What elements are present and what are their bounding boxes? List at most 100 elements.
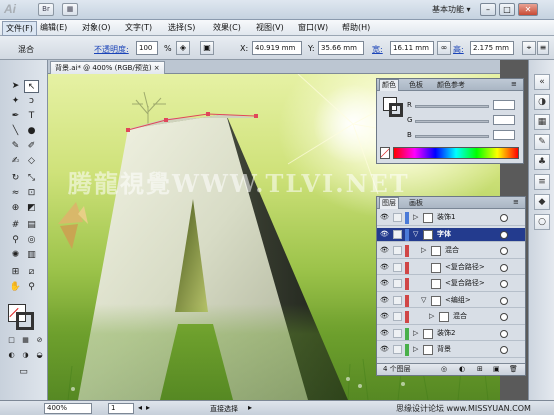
- layer-row[interactable]: 👁 ▷ 装饰2: [377, 327, 525, 341]
- draw-inside-icon[interactable]: ◒: [32, 349, 47, 362]
- hand-tool-icon[interactable]: ✋: [8, 281, 23, 294]
- blend-tool-icon[interactable]: ◎: [24, 234, 39, 247]
- slider-b-value[interactable]: [493, 130, 515, 140]
- slider-g-value[interactable]: [493, 115, 515, 125]
- tab-color-guide[interactable]: 颜色参考: [435, 80, 467, 90]
- target-circle-icon[interactable]: [500, 329, 508, 338]
- layer-name[interactable]: 装饰1: [437, 211, 455, 224]
- menu-select[interactable]: 选择(S): [168, 22, 195, 33]
- type-tool-icon[interactable]: T: [24, 110, 39, 123]
- target-circle-icon[interactable]: [500, 313, 508, 321]
- direct-selection-tool-icon[interactable]: ↖: [24, 80, 39, 93]
- opacity-link[interactable]: 不透明度:: [94, 44, 129, 55]
- menu-object[interactable]: 对象(O): [82, 22, 111, 33]
- target-circle-icon[interactable]: [500, 296, 508, 305]
- draw-behind-icon[interactable]: ◑: [18, 349, 33, 362]
- paintbrush-icon[interactable]: ✎: [8, 140, 23, 153]
- close-button[interactable]: ✕: [518, 3, 538, 16]
- delete-layer-icon[interactable]: 🗑: [509, 364, 518, 375]
- visibility-eye-icon[interactable]: 👁: [380, 279, 389, 288]
- free-transform-icon[interactable]: ⊡: [24, 187, 39, 200]
- workspace-switcher[interactable]: 基本功能 ▾: [432, 4, 471, 15]
- new-sublayer-icon[interactable]: ⊞: [477, 364, 483, 375]
- visibility-eye-icon[interactable]: 👁: [380, 213, 389, 222]
- menu-effect[interactable]: 效果(C): [213, 22, 241, 33]
- y-field[interactable]: 35.66 mm: [318, 41, 364, 55]
- visibility-eye-icon[interactable]: 👁: [380, 246, 389, 255]
- target-circle-icon[interactable]: [500, 214, 508, 222]
- slider-r[interactable]: [415, 105, 489, 108]
- lock-toggle[interactable]: [393, 279, 402, 288]
- layer-row[interactable]: 👁 <复合路径>: [377, 277, 525, 292]
- lock-toggle[interactable]: [393, 328, 402, 338]
- rotate-tool-icon[interactable]: ↻: [8, 172, 23, 185]
- visibility-eye-icon[interactable]: 👁: [380, 296, 389, 305]
- layer-name[interactable]: <复合路径>: [445, 277, 485, 290]
- none-mode-icon[interactable]: ⊘: [32, 334, 47, 347]
- make-clipping-mask-icon[interactable]: ◐: [459, 364, 465, 375]
- target-circle-icon[interactable]: [500, 263, 508, 272]
- layer-name[interactable]: <编组>: [445, 294, 471, 307]
- expand-toggle-icon[interactable]: ▽: [421, 294, 426, 307]
- prev-page-icon[interactable]: ◂: [138, 403, 142, 412]
- collapse-panels-icon[interactable]: «: [534, 74, 550, 90]
- line-tool-icon[interactable]: ╲: [8, 125, 23, 138]
- pen-tool-icon[interactable]: ✒: [8, 110, 23, 123]
- stroke-panel-icon[interactable]: ≡: [534, 174, 550, 190]
- link-proportions-icon[interactable]: ∞: [437, 41, 451, 55]
- minimize-button[interactable]: –: [480, 3, 496, 16]
- lock-toggle[interactable]: [393, 213, 402, 222]
- tab-artboards[interactable]: 画板: [407, 198, 425, 208]
- expand-toggle-icon[interactable]: ▷: [413, 343, 418, 356]
- screen-mode-icon[interactable]: ▭: [16, 366, 31, 379]
- new-layer-icon[interactable]: ▣: [493, 364, 500, 375]
- layer-name[interactable]: <复合路径>: [445, 261, 485, 274]
- visibility-eye-icon[interactable]: 👁: [380, 345, 389, 354]
- document-tab-close-icon[interactable]: ×: [154, 64, 160, 72]
- swatches-panel-icon[interactable]: ▦: [534, 114, 550, 130]
- lock-toggle[interactable]: [393, 295, 402, 305]
- slider-r-value[interactable]: [493, 100, 515, 110]
- visibility-eye-icon[interactable]: 👁: [380, 312, 389, 321]
- layer-name[interactable]: 字体: [437, 228, 451, 241]
- arrange-documents-icon[interactable]: ▦: [62, 3, 78, 16]
- color-panel-menu-icon[interactable]: ≡: [511, 80, 517, 88]
- tab-layers[interactable]: 图层: [379, 197, 399, 209]
- menu-edit[interactable]: 编辑(E): [40, 22, 67, 33]
- visibility-eye-icon[interactable]: 👁: [380, 329, 389, 338]
- visibility-eye-icon[interactable]: 👁: [380, 263, 389, 272]
- warp-tool-icon[interactable]: ≈: [8, 187, 23, 200]
- target-circle-icon[interactable]: [500, 280, 508, 288]
- tab-color[interactable]: 颜色: [379, 79, 399, 91]
- lock-toggle[interactable]: [393, 246, 402, 255]
- layer-row[interactable]: 👁 <复合路径>: [377, 261, 525, 275]
- graph-tool-icon[interactable]: ▥: [24, 249, 39, 262]
- recolor-icon[interactable]: ◈: [176, 41, 190, 55]
- layers-panel-icon[interactable]: ◆: [534, 194, 550, 210]
- status-menu-icon[interactable]: ▸: [248, 403, 252, 412]
- panel-menu-icon[interactable]: ≡: [537, 41, 549, 55]
- brushes-panel-icon[interactable]: ✎: [534, 134, 550, 150]
- mesh-tool-icon[interactable]: #: [8, 219, 23, 232]
- blob-brush-icon[interactable]: ✍: [8, 155, 23, 168]
- pencil-icon[interactable]: ✐: [24, 140, 39, 153]
- zoom-tool-icon[interactable]: ⚲: [24, 281, 39, 294]
- menu-type[interactable]: 文字(T): [125, 22, 152, 33]
- selection-tool-icon[interactable]: ➤: [8, 80, 23, 93]
- layer-row[interactable]: 👁 ▷ 背景: [377, 343, 525, 358]
- target-circle-icon[interactable]: [500, 247, 508, 255]
- layer-name[interactable]: 混合: [453, 310, 467, 323]
- symbols-panel-icon[interactable]: ♣: [534, 154, 550, 170]
- layers-panel-menu-icon[interactable]: ≡: [513, 198, 519, 206]
- magic-wand-icon[interactable]: ✦: [8, 95, 23, 108]
- lock-toggle[interactable]: [393, 312, 402, 321]
- color-panel-icon[interactable]: ◑: [534, 94, 550, 110]
- layer-name[interactable]: 背景: [437, 343, 451, 356]
- live-paint-icon[interactable]: ◩: [24, 202, 39, 215]
- visibility-eye-icon[interactable]: 👁: [380, 230, 389, 239]
- layer-row[interactable]: 👁 ▷ 混合: [377, 244, 525, 259]
- shape-builder-icon[interactable]: ⊕: [8, 202, 23, 215]
- locate-object-icon[interactable]: ◎: [441, 364, 447, 375]
- slice-tool-icon[interactable]: ⧄: [24, 266, 39, 279]
- zoom-field[interactable]: 400%: [44, 403, 92, 414]
